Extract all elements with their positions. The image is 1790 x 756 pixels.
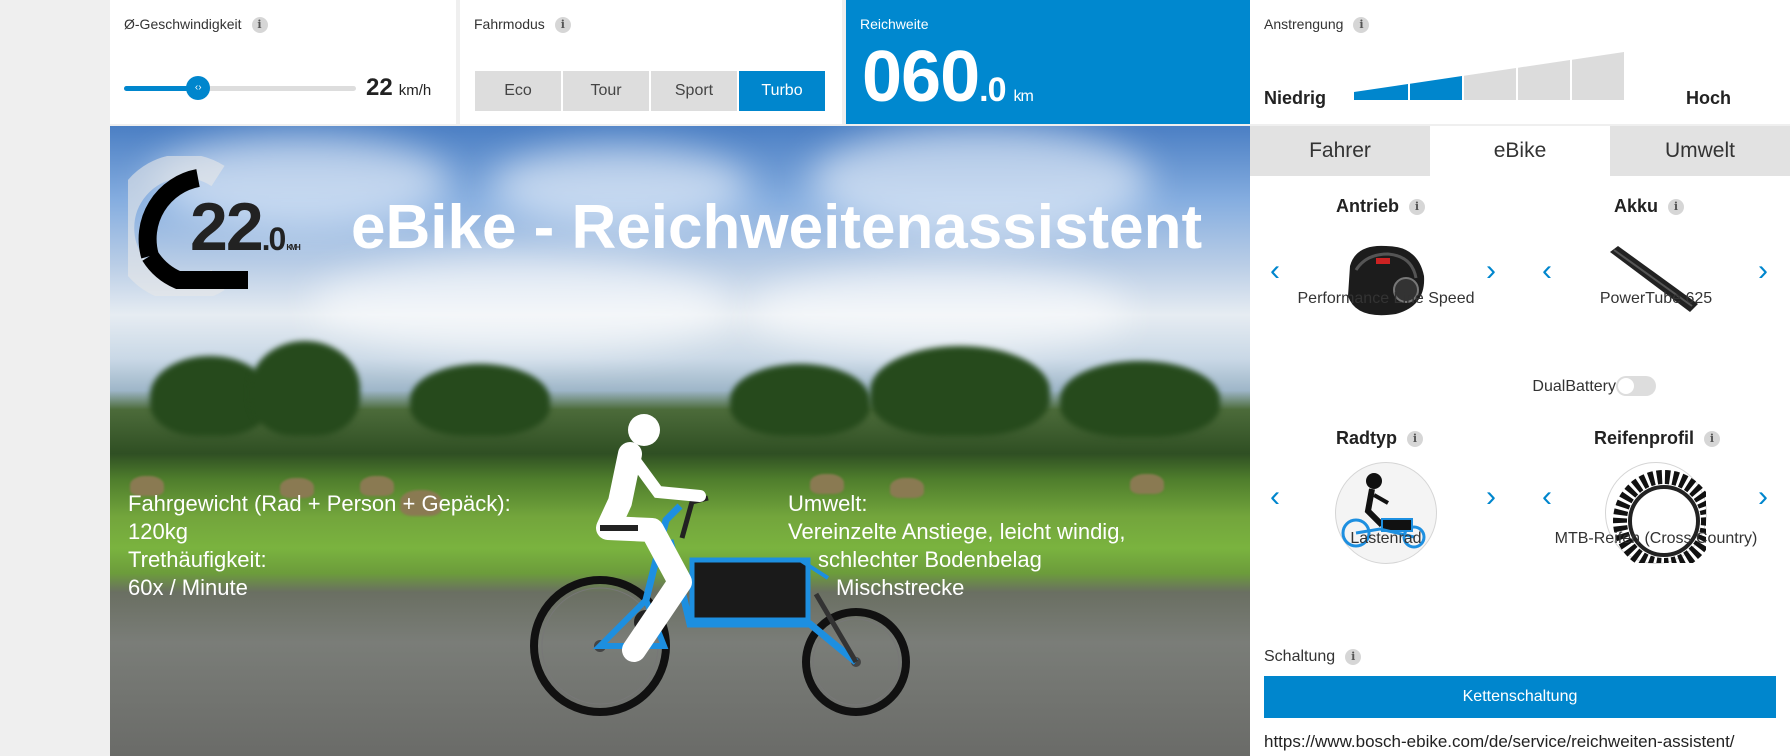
battery-next-arrow-icon[interactable]: › [1758, 256, 1768, 286]
info-icon[interactable]: i [251, 17, 268, 34]
info-icon[interactable]: i [1345, 648, 1362, 665]
tire-prev-arrow-icon[interactable]: ‹ [1542, 482, 1552, 512]
source-url[interactable]: https://www.bosch-ebike.com/de/service/r… [1264, 732, 1735, 752]
tree [250, 341, 360, 436]
range-label: Reichweite [860, 16, 929, 32]
slider-handle-icon[interactable]: ‹› [186, 76, 211, 100]
avg-speed-unit: km/h [398, 82, 432, 99]
gear-select-button[interactable]: Kettenschaltung [1264, 676, 1776, 718]
avg-speed-slider[interactable]: ‹› [124, 76, 356, 100]
tab-ebike[interactable]: eBike [1430, 126, 1610, 176]
hay-bale [1130, 474, 1164, 494]
avg-speed-label: Ø-Geschwindigkeit [124, 16, 242, 32]
gauge-speed-value: 22 [190, 189, 264, 265]
rider-info: Fahrgewicht (Rad + Person + Gepäck): 120… [128, 490, 511, 602]
rider-weight-label: Fahrgewicht (Rad + Person + Gepäck): [128, 491, 511, 516]
hero-image: 22.0 KM/H eBike - Reichweitenassistent Fa… [110, 126, 1250, 756]
gauge-speed-decimal: .0 [261, 221, 287, 257]
mode-sport-button[interactable]: Sport [651, 71, 737, 111]
cargo-bike-rider-icon [530, 414, 910, 716]
gear-label: Schaltung [1264, 648, 1336, 665]
bike-type-title: Radtyp [1336, 428, 1398, 448]
info-icon[interactable]: i [1409, 199, 1425, 216]
effort-segment [1410, 76, 1462, 100]
mode-turbo-button[interactable]: Turbo [739, 71, 825, 111]
cargo-bike-icon [1341, 473, 1426, 549]
info-icon[interactable]: i [1668, 199, 1685, 216]
cargo-bike-thumb [1335, 462, 1437, 564]
effort-segment [1572, 52, 1624, 100]
effort-low-label: Niedrig [1264, 88, 1327, 108]
effort-meter [1354, 52, 1624, 100]
info-icon[interactable]: i [554, 17, 571, 34]
effort-panel: Anstrengung i Niedrig Hoch [1250, 0, 1790, 124]
motor-icon [1348, 245, 1425, 316]
info-icon[interactable]: i [1353, 17, 1370, 34]
drive-next-arrow-icon[interactable]: › [1486, 256, 1496, 286]
cloud [310, 256, 730, 356]
hero-title: eBike - Reichweitenassistent [351, 193, 1203, 262]
gauge-speed-unit: KM/H [286, 243, 301, 252]
cadence-value: 60x / Minute [128, 575, 248, 600]
info-icon[interactable]: i [1407, 431, 1424, 448]
drive-mode-panel: Fahrmodus i Eco Tour Sport Turbo [460, 0, 842, 124]
avg-speed-panel: Ø-Geschwindigkeit i ‹› 22 km/h [110, 0, 456, 124]
range-value: 060 [862, 37, 980, 117]
dual-battery-toggle[interactable] [1616, 376, 1656, 396]
range-panel: Reichweite 060.0 km [846, 0, 1250, 124]
effort-segment [1464, 68, 1516, 100]
range-decimal: .0 [979, 71, 1006, 109]
drive-mode-label: Fahrmodus [474, 16, 545, 32]
tree [1060, 361, 1220, 437]
battery-title: Akku [1614, 196, 1659, 216]
tire-next-arrow-icon[interactable]: › [1758, 482, 1768, 512]
battery-icon [1610, 246, 1698, 312]
effort-segment [1518, 60, 1570, 100]
mode-eco-button[interactable]: Eco [475, 71, 561, 111]
range-unit: km [1013, 88, 1034, 105]
bike-type-value: Lastenrad [1350, 530, 1422, 547]
toggle-knob [1618, 378, 1634, 394]
drive-prev-arrow-icon[interactable]: ‹ [1270, 256, 1280, 286]
tire-value: MTB-Reifen (Cross Country) [1554, 530, 1758, 547]
bike-type-next-arrow-icon[interactable]: › [1486, 482, 1496, 512]
effort-label: Anstrengung [1264, 16, 1344, 32]
cadence-label: Trethäufigkeit: [128, 547, 267, 572]
battery-prev-arrow-icon[interactable]: ‹ [1542, 256, 1552, 286]
bike-type-prev-arrow-icon[interactable]: ‹ [1270, 482, 1280, 512]
config-tabs: Fahrer eBike Umwelt [1250, 126, 1790, 176]
ebike-config-panel: Antrieb i ‹ Performance Line Speed › Akku… [1250, 176, 1790, 756]
drive-title: Antrieb [1336, 196, 1399, 216]
dual-battery-label: DualBattery [1532, 378, 1616, 395]
info-icon[interactable]: i [1704, 431, 1721, 448]
drive-mode-selector: Eco Tour Sport Turbo [475, 71, 825, 111]
cloud [750, 266, 1130, 356]
rider-weight-value: 120kg [128, 519, 188, 544]
drive-value: Performance Line Speed [1297, 290, 1475, 307]
tire-title: Reifenprofil [1594, 428, 1695, 448]
tab-rider[interactable]: Fahrer [1250, 126, 1430, 176]
avg-speed-value: 22 [366, 74, 393, 101]
tire-icon [1613, 470, 1715, 572]
tab-environment[interactable]: Umwelt [1610, 126, 1790, 176]
tire-thumb [1605, 462, 1715, 572]
effort-high-label: Hoch [1686, 88, 1731, 108]
mode-tour-button[interactable]: Tour [563, 71, 649, 111]
battery-value: PowerTube 625 [1599, 290, 1713, 307]
effort-segment [1354, 84, 1408, 100]
